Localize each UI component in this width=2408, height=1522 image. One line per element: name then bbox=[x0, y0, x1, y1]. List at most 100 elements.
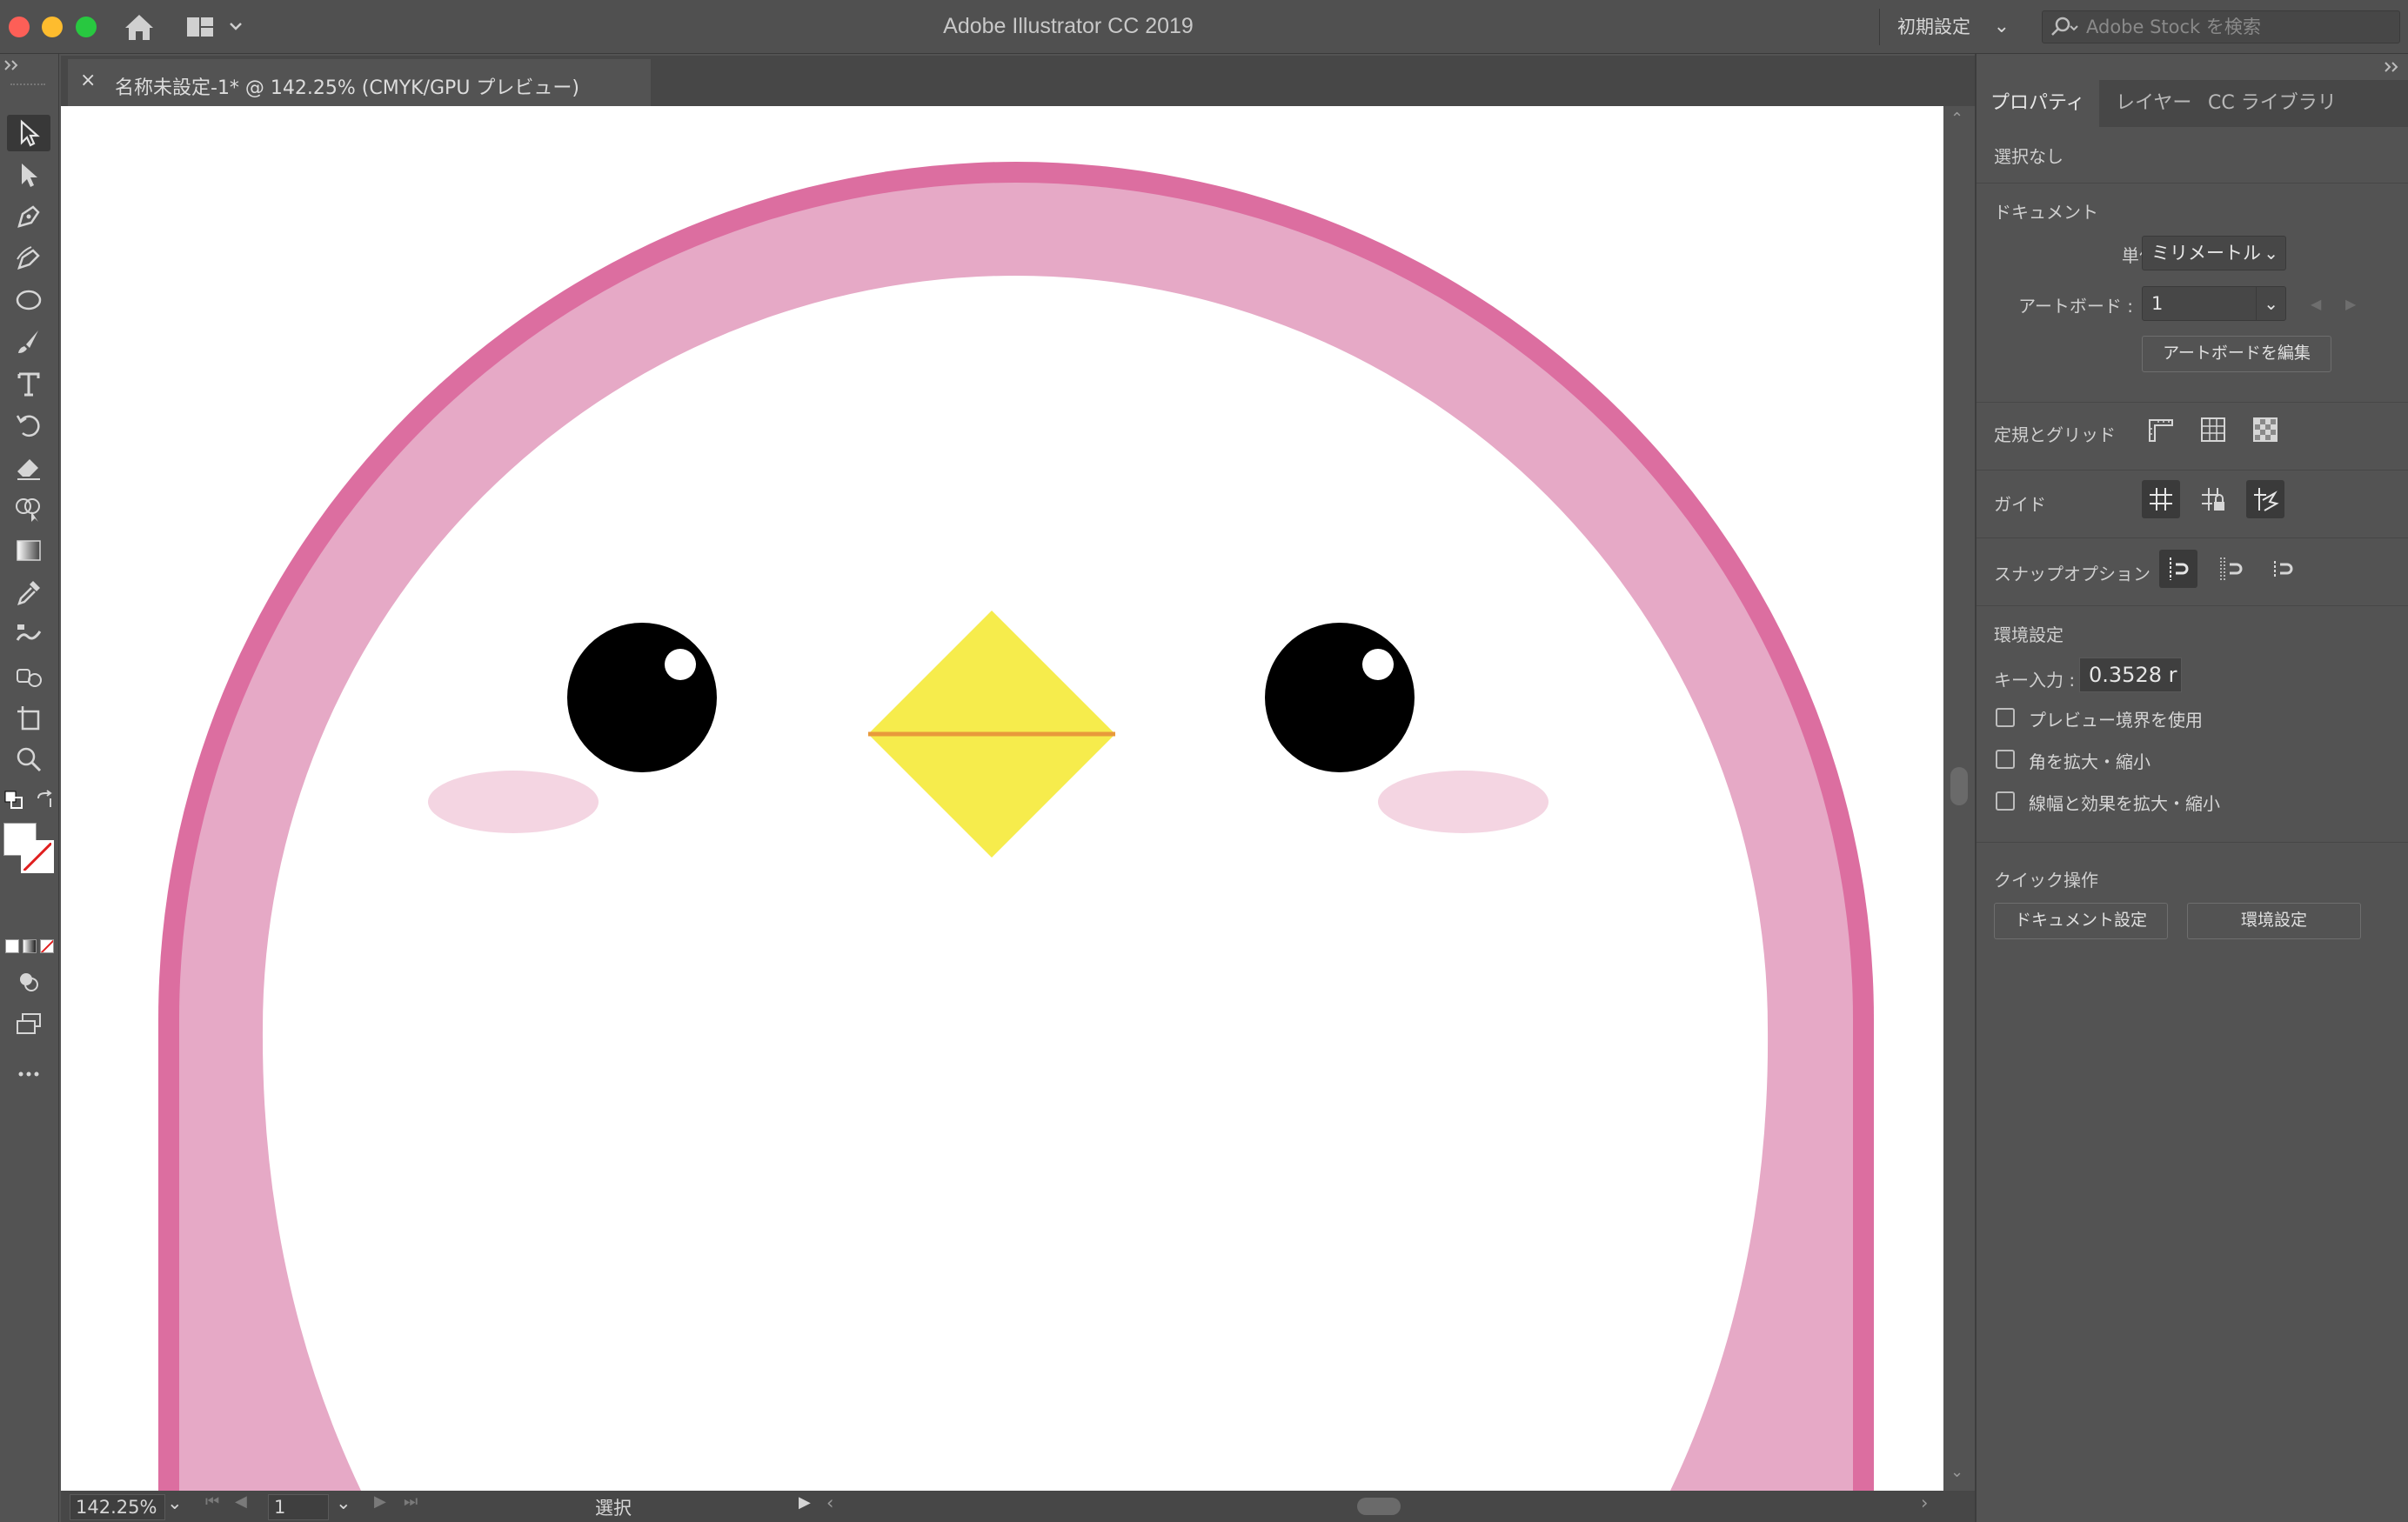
ruler-icon bbox=[2149, 419, 2173, 442]
swap-fill-stroke-icon[interactable] bbox=[35, 790, 56, 811]
stock-search[interactable] bbox=[2042, 10, 2400, 43]
unit-select[interactable]: ミリメートル ⌄ bbox=[2142, 236, 2286, 270]
none-mode-icon[interactable] bbox=[40, 939, 54, 953]
shape-builder-icon bbox=[16, 498, 40, 522]
zoom-tool[interactable] bbox=[7, 741, 50, 778]
scale-corners-checkbox[interactable] bbox=[1996, 750, 2015, 769]
direct-selection-arrow-icon bbox=[22, 164, 37, 187]
document-setup-button[interactable]: ドキュメント設定 bbox=[1994, 903, 2168, 939]
scroll-left-icon[interactable]: ‹ bbox=[826, 1492, 833, 1513]
pen-tool[interactable] bbox=[7, 198, 50, 235]
gradient-tool[interactable] bbox=[7, 532, 50, 569]
stock-search-input[interactable] bbox=[2086, 15, 2391, 39]
workspace-switcher[interactable]: 初期設定 ⌄ bbox=[1879, 9, 2018, 45]
document-tab-label: 名称未設定-1* @ 142.25% (CMYK/GPU プレビュー) bbox=[115, 77, 579, 99]
first-artboard-icon[interactable]: ⏮ bbox=[205, 1492, 219, 1511]
right-cheek[interactable] bbox=[1378, 771, 1548, 833]
artboard-select[interactable]: 1 ⌄ bbox=[2142, 286, 2286, 321]
tab-cc-libraries[interactable]: CC ライブラリ bbox=[2194, 80, 2351, 127]
lock-guides-toggle[interactable] bbox=[2194, 480, 2232, 518]
zoom-field[interactable]: 142.25% bbox=[70, 1494, 165, 1520]
use-preview-bounds-label[interactable]: プレビュー境界を使用 bbox=[2029, 706, 2203, 731]
chevron-down-icon[interactable]: ⌄ bbox=[336, 1492, 351, 1513]
snap-to-glyph-icon bbox=[2274, 561, 2293, 577]
tab-properties[interactable]: プロパティ bbox=[1977, 80, 2099, 127]
snap-to-point-toggle[interactable] bbox=[2159, 550, 2197, 588]
curvature-tool[interactable] bbox=[7, 240, 50, 277]
tools-panel bbox=[0, 54, 59, 1522]
vertical-scroll-thumb[interactable] bbox=[1950, 767, 1968, 805]
toolbar-grip[interactable] bbox=[10, 83, 45, 87]
scroll-up-icon[interactable]: ⌃ bbox=[1950, 110, 1963, 128]
direct-selection-tool[interactable] bbox=[7, 157, 50, 193]
close-tab-icon[interactable]: × bbox=[80, 70, 96, 91]
horizontal-scroll-thumb[interactable] bbox=[1357, 1498, 1401, 1515]
more-dots-icon bbox=[18, 1071, 39, 1077]
shape-builder-tool[interactable] bbox=[7, 491, 50, 527]
rotate-tool[interactable] bbox=[7, 407, 50, 444]
snap-to-pixel-toggle[interactable] bbox=[2211, 550, 2250, 588]
symbol-sprayer-tool[interactable] bbox=[7, 658, 50, 694]
rulers-toggle[interactable] bbox=[2142, 411, 2180, 449]
draw-mode-tool[interactable] bbox=[7, 964, 50, 1000]
scale-strokes-effects-label[interactable]: 線幅と効果を拡大・縮小 bbox=[2029, 790, 2220, 815]
pen-icon bbox=[17, 205, 40, 228]
smart-guides-icon bbox=[2254, 488, 2279, 511]
vertical-scrollbar[interactable]: ⌃ ⌄ bbox=[1943, 106, 1975, 1491]
selection-status: 選択なし bbox=[1994, 146, 2064, 167]
edit-artboards-button[interactable]: アートボードを編集 bbox=[2142, 336, 2331, 372]
edit-toolbar-button[interactable] bbox=[7, 1056, 50, 1092]
document-tab[interactable]: × 名称未設定-1* @ 142.25% (CMYK/GPU プレビュー) bbox=[68, 59, 651, 106]
ellipse-icon bbox=[16, 290, 42, 310]
ellipse-tool[interactable] bbox=[7, 282, 50, 318]
status-menu-arrow-icon[interactable]: ▶ bbox=[799, 1493, 811, 1512]
keyboard-increment-input[interactable]: 0.3528 r bbox=[2079, 658, 2182, 692]
use-preview-bounds-checkbox[interactable] bbox=[1996, 708, 2015, 727]
previous-artboard-icon[interactable]: ◀ bbox=[2311, 296, 2321, 312]
selection-tool[interactable] bbox=[7, 115, 50, 151]
collapse-panel-icon[interactable] bbox=[2384, 61, 2401, 73]
chevron-down-icon[interactable]: ⌄ bbox=[167, 1492, 183, 1513]
artboard-canvas[interactable] bbox=[61, 106, 1943, 1491]
fill-stroke-swatch[interactable] bbox=[3, 823, 56, 875]
left-cheek[interactable] bbox=[428, 771, 599, 833]
screen-mode-tool[interactable] bbox=[7, 1005, 50, 1042]
artboard-tool[interactable] bbox=[7, 699, 50, 736]
type-tool[interactable] bbox=[7, 365, 50, 402]
collapse-panel-icon[interactable] bbox=[3, 59, 21, 71]
stroke-swatch[interactable] bbox=[21, 840, 54, 873]
previous-artboard-icon[interactable]: ◀ bbox=[235, 1492, 247, 1511]
scale-strokes-effects-checkbox[interactable] bbox=[1996, 791, 2015, 811]
snap-to-glyph-toggle[interactable] bbox=[2264, 550, 2302, 588]
gradient-mode-icon[interactable] bbox=[23, 939, 37, 953]
next-artboard-icon[interactable]: ▶ bbox=[2345, 296, 2356, 312]
color-mode-icon[interactable] bbox=[5, 939, 19, 953]
scroll-down-icon[interactable]: ⌄ bbox=[1950, 1463, 1963, 1481]
next-artboard-icon[interactable]: ▶ bbox=[374, 1492, 386, 1511]
scale-corners-label[interactable]: 角を拡大・縮小 bbox=[2029, 748, 2150, 773]
scroll-right-icon[interactable]: › bbox=[1921, 1492, 1928, 1513]
show-guides-toggle[interactable] bbox=[2142, 480, 2180, 518]
eyedropper-tool[interactable] bbox=[7, 574, 50, 611]
transparency-grid-icon bbox=[2253, 417, 2278, 442]
right-eye[interactable] bbox=[1265, 623, 1415, 772]
eraser-tool[interactable] bbox=[7, 449, 50, 485]
transparency-grid-toggle[interactable] bbox=[2246, 411, 2284, 449]
default-fill-stroke-icon[interactable] bbox=[3, 790, 26, 812]
color-mode-buttons[interactable] bbox=[5, 939, 54, 955]
last-artboard-icon[interactable]: ⏭ bbox=[404, 1492, 418, 1511]
artboard-value: 1 bbox=[2151, 293, 2164, 314]
smart-guides-toggle[interactable] bbox=[2246, 480, 2284, 518]
blend-tool[interactable] bbox=[7, 616, 50, 652]
tab-layers[interactable]: レイヤー bbox=[2102, 80, 2205, 127]
paintbrush-tool[interactable] bbox=[7, 324, 50, 360]
eyedropper-icon bbox=[17, 581, 40, 605]
panel-tabs: プロパティ レイヤー CC ライブラリ bbox=[1977, 80, 2408, 127]
preferences-button[interactable]: 環境設定 bbox=[2187, 903, 2361, 939]
magnifier-icon bbox=[17, 747, 42, 772]
artboard-number-field[interactable]: 1 bbox=[268, 1494, 329, 1520]
properties-panel: プロパティ レイヤー CC ライブラリ 選択なし ドキュメント 単位 : ミリメ… bbox=[1975, 54, 2408, 1522]
status-tool-text[interactable]: 選択 bbox=[595, 1494, 632, 1520]
grid-toggle[interactable] bbox=[2194, 411, 2232, 449]
left-eye[interactable] bbox=[567, 623, 717, 772]
